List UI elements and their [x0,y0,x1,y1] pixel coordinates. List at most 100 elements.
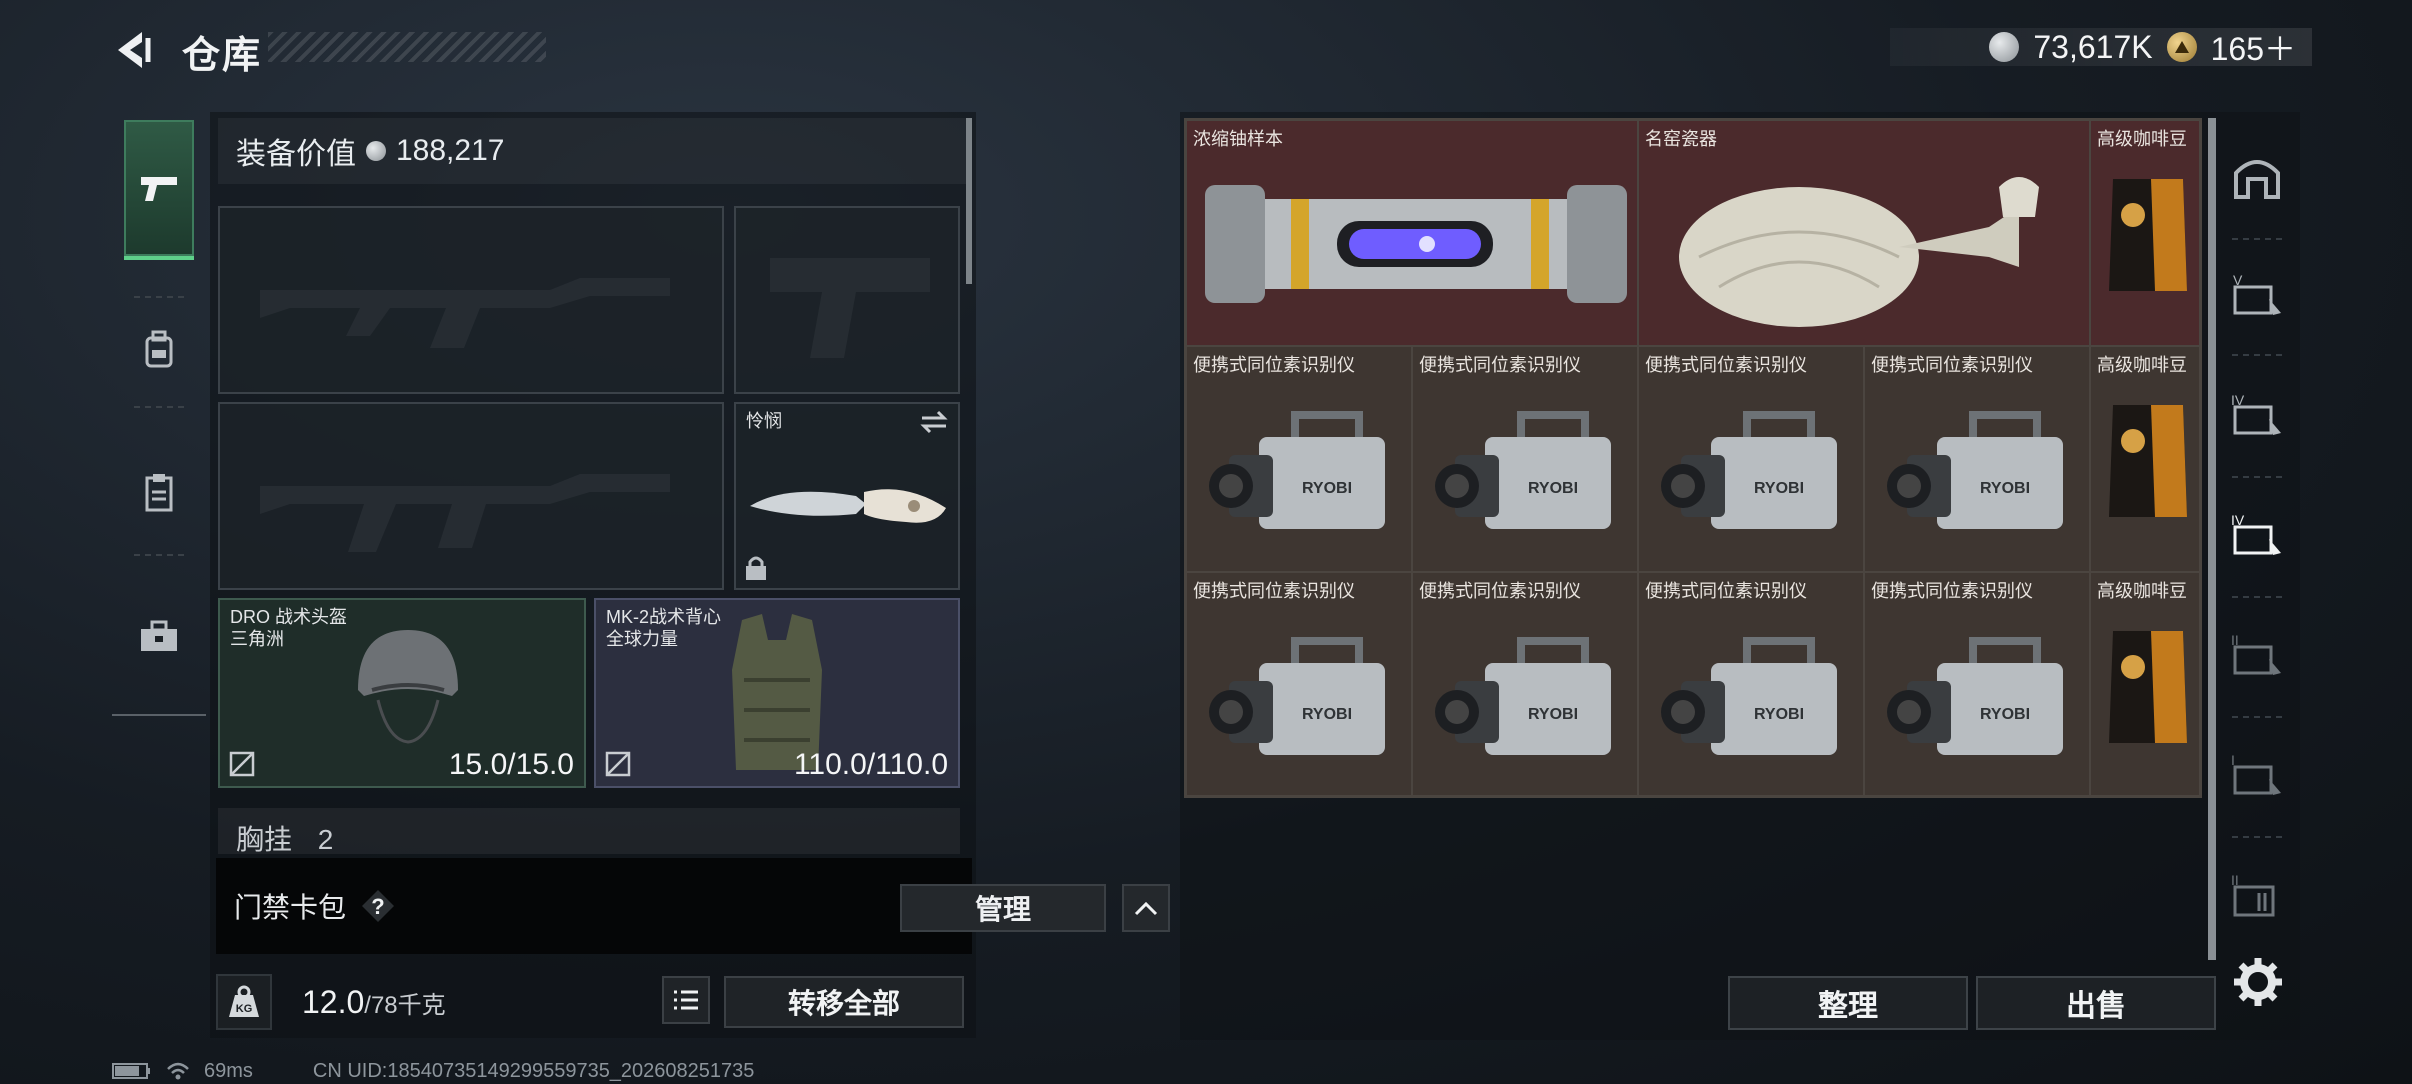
melee-name: 怜悯 [746,411,782,431]
item-name: 便携式同位素识别仪 [1419,355,1581,375]
manage-button[interactable]: 管理 [900,884,1106,932]
vest-brand: 全球力量 [606,629,678,649]
keycard-label: 门禁卡包 [234,892,347,923]
settings-button[interactable] [2230,954,2286,1010]
item-name: 高级咖啡豆 [2097,129,2187,149]
chest-rig-row[interactable]: 胸挂 2 [218,808,960,854]
uranium-canister-icon [1205,185,1627,303]
item-name: 便携式同位素识别仪 [1419,581,1581,601]
isotope-scanner-icon: RYOBI [1661,637,1837,755]
left-nav [112,106,206,716]
item-isotope-identifier[interactable]: 便携式同位素识别仪 RYOBI [1412,346,1638,572]
item-isotope-identifier[interactable]: 便携式同位素识别仪 RYOBI [1638,572,1864,796]
isotope-scanner-icon: RYOBI [1661,411,1837,529]
equipment-scrollbar[interactable] [966,118,972,284]
brand-label: RYOBI [1302,480,1352,497]
swap-icon[interactable] [918,410,950,434]
tier-iv-case-icon: IV [2231,392,2281,435]
coffee-bag-icon [2109,631,2187,743]
item-coffee-beans-1[interactable]: 高级咖啡豆 [2090,120,2200,346]
page-title: 仓库 [182,35,263,77]
list-icon [674,990,698,1010]
sidearm-slot[interactable] [734,206,960,394]
item-name: 便携式同位素识别仪 [1871,355,2033,375]
item-porcelain-vase[interactable]: 名窑瓷器 [1638,120,2090,346]
nav-toolbox-tab[interactable] [124,596,194,676]
tier-ii-case-icon: II [2231,632,2281,675]
helmet-name: DRO 战术头盔 [230,607,347,627]
weight-row: KG 12.0 /78千克 转移全部 [216,968,976,1036]
side-tab-tier-iv-case-active[interactable]: IV [2222,494,2292,574]
brand-label: RYOBI [1980,480,2030,497]
melee-slot[interactable]: 怜悯 [734,402,960,590]
item-coffee-beans-3[interactable]: 高级咖啡豆 [2090,572,2200,796]
side-tab-tier-v-case[interactable]: V [2222,254,2292,334]
tier-v-case-icon: V [2233,272,2281,315]
item-isotope-identifier[interactable]: 便携式同位素识别仪 RYOBI [1186,572,1412,796]
wifi-icon [167,1062,189,1080]
sort-button[interactable]: 整理 [1728,976,1968,1030]
chevron-up-icon [1134,901,1158,916]
helmet-slot[interactable]: DRO 战术头盔 三角洲 15.0/15.0 [218,598,586,788]
currency-bar: 73,617K 165＋ [1890,28,2312,67]
equipment-value-row: 装备价值 188,217 [218,118,972,184]
equipment-value-label: 装备价值 [236,138,356,171]
equipment-value: 188,217 [396,134,505,167]
item-name: 便携式同位素识别仪 [1645,581,1807,601]
item-isotope-identifier[interactable]: 便携式同位素识别仪 RYOBI [1638,346,1864,572]
ping-value: 69ms [204,1059,253,1082]
item-name: 便携式同位素识别仪 [1645,355,1807,375]
primary-weapon-slot-2[interactable] [218,402,724,590]
gear-icon [2234,958,2282,1006]
brand-label: RYOBI [1528,706,1578,723]
coffee-bag-icon [2109,179,2187,291]
tier-i-case-icon: I [2231,752,2281,795]
toolbox-icon [141,620,177,651]
back-arrow-icon [118,32,151,68]
back-button[interactable] [112,28,156,72]
item-isotope-identifier[interactable]: 便携式同位素识别仪 RYOBI [1412,572,1638,796]
gold-balance[interactable]: 165＋ [2211,24,2296,70]
backpack-icon [145,330,173,368]
collapse-button[interactable] [1122,884,1170,932]
side-tab-vault[interactable] [2222,136,2292,216]
transfer-all-button[interactable]: 转移全部 [724,976,964,1028]
item-isotope-identifier[interactable]: 便携式同位素识别仪 RYOBI [1864,572,2090,796]
vault-icon [2234,160,2280,199]
sell-button[interactable]: 出售 [1976,976,2216,1030]
list-view-button[interactable] [662,976,710,1024]
title-decoration [268,32,546,62]
item-uranium-sample[interactable]: 浓缩铀样本 [1186,120,1638,346]
item-isotope-identifier[interactable]: 便携式同位素识别仪 RYOBI [1864,346,2090,572]
side-tab-tier-i-case[interactable]: I [2222,734,2292,814]
tier-iv-case-active-icon: IV [2231,512,2281,555]
nav-backpack-tab[interactable] [124,310,194,390]
storage-scrollbar[interactable] [2208,118,2216,960]
isotope-scanner-icon: RYOBI [1435,411,1611,529]
item-isotope-identifier[interactable]: 便携式同位素识别仪 RYOBI [1186,346,1412,572]
user-uid: CN UID:185407351492995597​35_20260825173… [312,1059,755,1082]
side-tab-tier-ii-box[interactable]: II [2222,854,2292,934]
battery-icon [112,1063,150,1079]
isotope-scanner-icon: RYOBI [1209,637,1385,755]
silver-coin-icon [1989,32,2020,62]
item-name: 高级咖啡豆 [2097,581,2187,601]
vest-slot[interactable]: MK-2战术背心 全球力量 110.0/110.0 [594,598,960,788]
lock-icon [746,556,766,580]
primary-weapon-slot-1[interactable] [218,206,724,394]
side-tab-tier-iv-case[interactable]: IV [2222,374,2292,454]
no-repair-icon [229,751,255,777]
pistol-icon [141,177,177,201]
nav-equipment-tab[interactable] [124,120,194,260]
no-repair-icon [605,751,631,777]
item-name: 便携式同位素识别仪 [1193,355,1355,375]
status-bar: 69ms CN UID:185407351492995597​35_202608… [112,1058,754,1084]
helmet-brand: 三角洲 [230,629,284,649]
helmet-icon [358,630,458,744]
kg-label: KG [236,1003,253,1015]
max-weight: /78千克 [364,991,446,1019]
help-icon[interactable]: ? [360,888,396,924]
item-coffee-beans-2[interactable]: 高级咖啡豆 [2090,346,2200,572]
side-tab-tier-ii-case[interactable]: II [2222,614,2292,694]
nav-rig-tab[interactable] [124,452,194,532]
